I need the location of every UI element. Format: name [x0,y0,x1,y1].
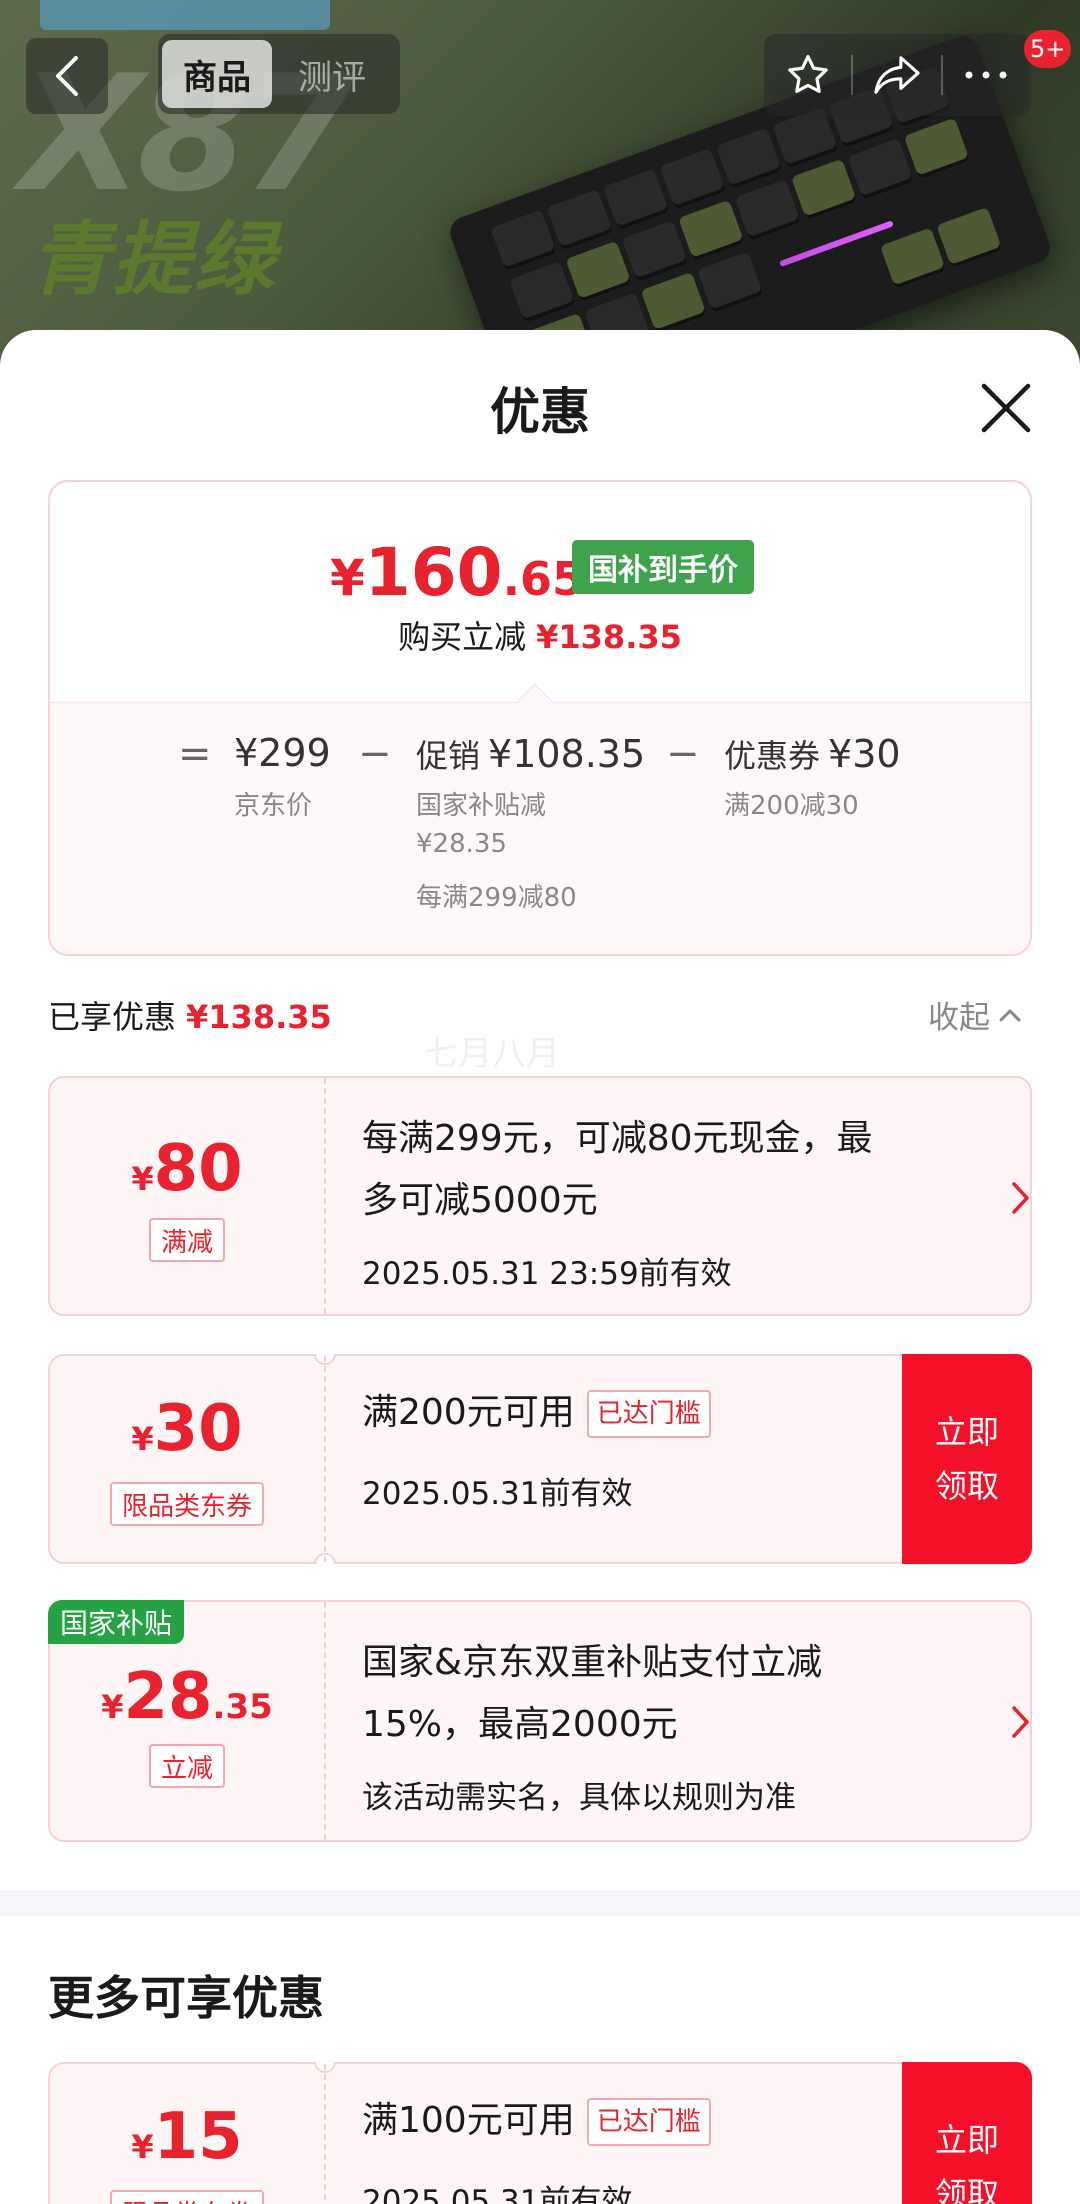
threshold-reached-tag: 已达门槛 [586,2098,711,2146]
national-subsidy-tag: 国家补贴 [48,1600,185,1644]
back-button[interactable] [26,38,108,114]
coupon-validity: 2025.05.31前有效 [362,2184,633,2204]
coupon-sub: 满200减30 [724,791,859,821]
coupon-amount-integer: 80 [153,1132,243,1206]
watermark-text: 七月八月 [424,1034,560,1074]
star-icon [787,55,828,93]
chevron-up-icon [999,1009,1021,1021]
back-arrow-icon [56,56,78,96]
price-breakdown: = ¥299 京东价 − 促销 ¥108.35 国家补贴减 ¥28.35 每满29… [50,683,1030,954]
coupon-amount-integer: 15 [153,2100,243,2174]
more-discounts-title: 更多可享优惠 [48,1971,324,2025]
coupon-label: 优惠券 [724,737,821,775]
claim-label-line2: 领取 [934,2175,999,2204]
coupon-currency: ¥ [131,2128,154,2166]
coupon-desc-text: 满100元可用 [362,2100,575,2141]
reduce-amount: ¥138.35 [536,618,682,656]
tab-product[interactable]: 商品 [162,40,272,108]
claim-coupon-button[interactable]: 立即 领取 [902,1354,1032,1564]
coupon-currency: ¥ [101,1688,124,1726]
coupon-amount: ¥30 [828,732,901,776]
promo-amount: ¥108.35 [488,732,646,776]
coupon-kind-tag: 限品类东券 [109,1482,265,1526]
coupon-left: ¥80 满减 [50,1078,324,1314]
base-price-label: 京东价 [234,791,313,821]
coupon-validity: 2025.05.31 23:59前有效 [362,1256,732,1292]
enjoyed-discount: 已享优惠 ¥138.35 [48,992,332,1038]
coupon-desc: 满200元可用 已达门槛 [362,1382,711,1444]
coupon-desc-line1: 每满299元，可减80元现金，最 [362,1118,873,1159]
favorite-button[interactable] [764,34,851,116]
promo-sub-subsidy-amount: ¥28.35 [416,829,507,859]
promo-line: 促销 ¥108.35 [416,731,645,777]
coupon-desc-line1: 国家&京东双重补贴支付立减 [362,1642,823,1683]
minus-sign: − [358,731,392,777]
coupon-desc: 满100元可用 已达门槛 [362,2090,711,2152]
enjoyed-amount: ¥138.35 [186,998,332,1036]
tab-review[interactable]: 测评 [272,40,392,108]
coupon-card-national-subsidy[interactable]: ¥28.35 立减 国家补贴 国家&京东双重补贴支付立减 15%，最高2000元… [48,1600,1032,1842]
sheet-title: 优惠 [490,383,590,441]
coupon-card-full-reduction[interactable]: ¥80 满减 每满299元，可减80元现金，最 多可减5000元 2025.05… [48,1076,1032,1316]
discount-sheet: 优惠 ¥ 160 .65 国补到手价 购买立减 ¥138.35 = ¥299 京东… [0,330,1080,2204]
coupon-card-more: ¥15 限品类东券 满100元可用已达门槛 2025.05.31前有效 立即 领… [48,2062,1032,2204]
coupon-desc-line2: 15%，最高2000元 [362,1704,678,1745]
share-button[interactable] [853,34,940,116]
coupon-left: ¥15 限品类东券 [50,2064,324,2204]
promo-label: 促销 [416,737,481,775]
close-icon[interactable] [978,380,1034,436]
claim-label-line1: 立即 [934,1413,999,1451]
coupon-amount: ¥80 [50,1132,324,1206]
price-currency: ¥ [330,549,365,607]
claim-label-line1: 立即 [934,2121,999,2159]
price-summary-card: ¥ 160 .65 国补到手价 购买立减 ¥138.35 = ¥299 京东价 −… [48,480,1032,956]
coupon-amount-decimal: .35 [212,1687,273,1727]
coupon-amount: ¥28.35 [50,1660,324,1734]
section-divider [0,1890,1080,1916]
coupon-amount: ¥15 [50,2100,324,2174]
share-icon [874,56,920,94]
coupon-amount-integer: 28 [123,1660,213,1734]
final-price: ¥ 160 .65 [330,534,584,611]
coupon-left: ¥30 限品类东券 [50,1356,324,1562]
header-actions [764,34,1030,116]
more-button[interactable] [943,34,1030,116]
claim-coupon-button[interactable]: 立即 领取 [902,2062,1032,2204]
coupon-desc-text: 满200元可用 [362,1392,575,1433]
enjoyed-label: 已享优惠 [48,998,177,1036]
minus-sign: − [666,731,700,777]
top-nav-bar: 商品 测评 5+ [0,0,1080,150]
promo-sub-subsidy: 国家补贴减 [416,791,547,821]
coupon-currency: ¥ [131,1420,154,1458]
coupon-kind-tag: 满减 [148,1218,226,1262]
more-icon [965,71,1007,79]
coupon-kind-tag: 限品类东券 [109,2190,265,2204]
coupon-kind-tag: 立减 [148,1744,226,1788]
promo-sub-full-reduction: 每满299减80 [416,883,577,913]
coupon-currency: ¥ [131,1160,154,1198]
equals-sign: = [178,731,212,777]
chevron-right-icon [1012,1706,1029,1738]
coupon-amount-integer: 30 [153,1392,243,1466]
collapse-label: 收起 [928,1000,990,1036]
coupon-card-category: ¥30 限品类东券 满200元可用 已达门槛 2025.05.31前有效 立即 领… [48,1354,1032,1564]
coupon-note: 该活动需实名，具体以规则为准 [362,1780,796,1816]
reduce-label: 购买立减 [398,618,527,656]
base-price: ¥299 [234,731,331,775]
coupon-line: 优惠券 ¥30 [724,731,901,777]
chevron-right-icon [1012,1182,1029,1214]
claim-label-line2: 领取 [934,1467,999,1505]
product-tabs: 商品 测评 [158,34,400,114]
coupon-amount: ¥30 [50,1392,324,1466]
threshold-reached-tag: 已达门槛 [586,1390,711,1438]
hero-color-text: 青提绿 [30,213,276,306]
price-integer: 160 [364,534,503,611]
price-type-tag: 国补到手价 [572,540,754,594]
coupon-validity: 2025.05.31前有效 [362,1476,633,1512]
message-count-badge: 5+ [1024,30,1072,68]
reduce-line: 购买立减 ¥138.35 [50,612,1030,658]
collapse-button[interactable]: 收起 [928,992,1022,1037]
coupon-desc-line2: 多可减5000元 [362,1180,598,1221]
